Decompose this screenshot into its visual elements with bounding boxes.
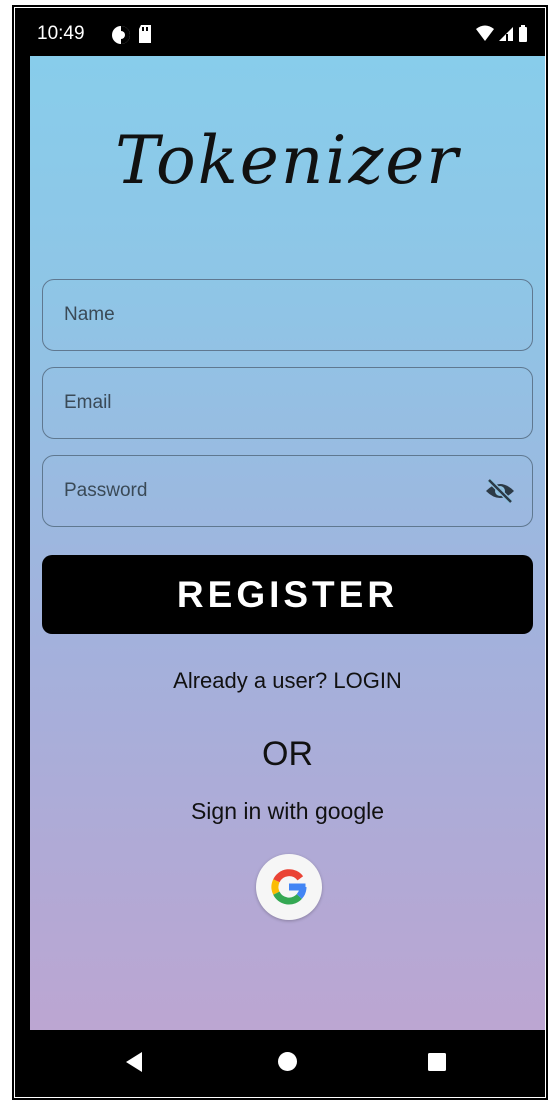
- password-placeholder: Password: [64, 480, 148, 501]
- login-link[interactable]: Already a user? LOGIN: [30, 668, 545, 694]
- wifi-icon: [476, 25, 494, 41]
- status-bar: 10:49: [30, 12, 545, 56]
- status-time: 10:49: [37, 23, 85, 44]
- home-icon[interactable]: [277, 1051, 298, 1077]
- name-placeholder: Name: [64, 304, 115, 325]
- password-field[interactable]: Password: [42, 455, 533, 527]
- phone-screen: 10:49 Tokenizer Name Email Password REGI…: [30, 12, 545, 1095]
- back-icon[interactable]: [124, 1051, 144, 1078]
- sd-card-icon: [137, 24, 153, 49]
- navigation-bar: [30, 1030, 545, 1095]
- google-icon: [271, 869, 307, 905]
- battery-icon: [519, 25, 527, 42]
- name-field[interactable]: Name: [42, 279, 533, 351]
- recent-apps-icon[interactable]: [427, 1052, 447, 1077]
- google-signin-button[interactable]: [256, 854, 322, 920]
- register-screen: Tokenizer Name Email Password REGISTER A…: [30, 56, 545, 1030]
- register-button[interactable]: REGISTER: [42, 555, 533, 634]
- status-icons: [475, 24, 537, 49]
- data-saver-icon: [111, 25, 131, 50]
- google-signin-label: Sign in with google: [190, 798, 385, 824]
- cellular-signal-icon: [499, 27, 513, 41]
- email-field[interactable]: Email: [42, 367, 533, 439]
- visibility-off-icon[interactable]: [484, 478, 516, 509]
- app-title: Tokenizer: [115, 122, 460, 199]
- email-placeholder: Email: [64, 392, 112, 413]
- or-divider: OR: [262, 735, 313, 773]
